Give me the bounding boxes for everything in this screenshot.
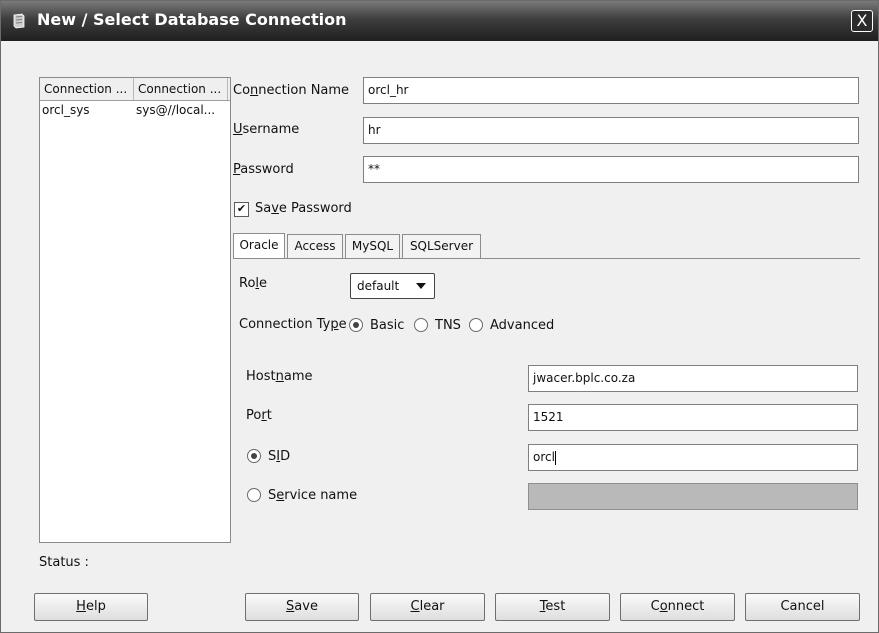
port-label: Port [246,408,272,423]
chevron-down-icon [416,283,426,289]
username-label: Username [233,122,300,137]
service-name-field [528,483,858,510]
username-field[interactable]: hr [363,117,859,144]
window-title: New / Select Database Connection [37,10,347,29]
hostname-field[interactable]: jwacer.bplc.co.za [528,365,858,392]
tab-access[interactable]: Access [287,234,343,258]
column-header-connection-details[interactable]: Connection ... [134,78,228,100]
help-button[interactable]: Help [34,593,148,621]
connection-type-tns-label[interactable]: TNS [435,318,461,333]
connection-type-basic-radio[interactable] [349,318,363,332]
hostname-label: Hostname [246,369,313,384]
sid-label[interactable]: SID [268,449,290,464]
password-field[interactable]: ** [363,156,859,183]
text-cursor [554,450,556,465]
connection-type-tns-radio[interactable] [414,318,428,332]
role-select[interactable]: default [350,273,435,299]
tab-sqlserver[interactable]: SQLServer [402,234,481,258]
tab-divider [233,258,860,259]
connection-type-basic-label[interactable]: Basic [370,318,404,333]
tab-mysql[interactable]: MySQL [345,234,400,258]
close-icon[interactable]: X [851,10,873,32]
status-label: Status : [39,555,89,570]
save-password-label[interactable]: Save Password [255,201,352,216]
title-bar[interactable]: New / Select Database Connection X [1,1,878,41]
save-button[interactable]: Save [245,593,359,621]
column-header-connection-name[interactable]: Connection ... [40,78,134,100]
connection-type-advanced-radio[interactable] [469,318,483,332]
radio-selected-dot [251,453,257,459]
clear-button[interactable]: Clear [370,593,485,621]
list-item[interactable]: orcl_sys sys@//local... [40,101,230,119]
connection-name-label: Connection Name [233,83,350,98]
sid-radio[interactable] [247,449,261,463]
connection-name-cell: orcl_sys [42,103,90,117]
connection-name-field[interactable]: orcl_hr [363,77,859,104]
save-password-checkbox[interactable]: ✔ [234,202,249,217]
role-select-value: default [357,279,400,293]
database-icon [11,13,27,29]
sid-field-value: orcl [533,450,555,464]
role-label: Role [239,276,268,291]
connection-type-advanced-label[interactable]: Advanced [490,318,554,333]
radio-selected-dot [353,322,359,328]
service-name-radio[interactable] [247,488,261,502]
tab-oracle[interactable]: Oracle [233,233,285,259]
service-name-label[interactable]: Service name [268,488,357,503]
cancel-button[interactable]: Cancel [745,593,860,621]
test-button[interactable]: Test [495,593,610,621]
connection-list-header: Connection ... Connection ... [40,78,230,101]
connection-details-cell: sys@//local... [136,103,216,117]
port-field[interactable]: 1521 [528,404,858,431]
password-label: Password [233,162,294,177]
connection-list[interactable]: Connection ... Connection ... orcl_sys s… [39,77,231,543]
sid-field[interactable]: orcl [528,444,858,471]
database-connection-dialog: New / Select Database Connection X Conne… [0,0,879,633]
connection-type-label: Connection Type [239,317,347,332]
connect-button[interactable]: Connect [620,593,735,621]
